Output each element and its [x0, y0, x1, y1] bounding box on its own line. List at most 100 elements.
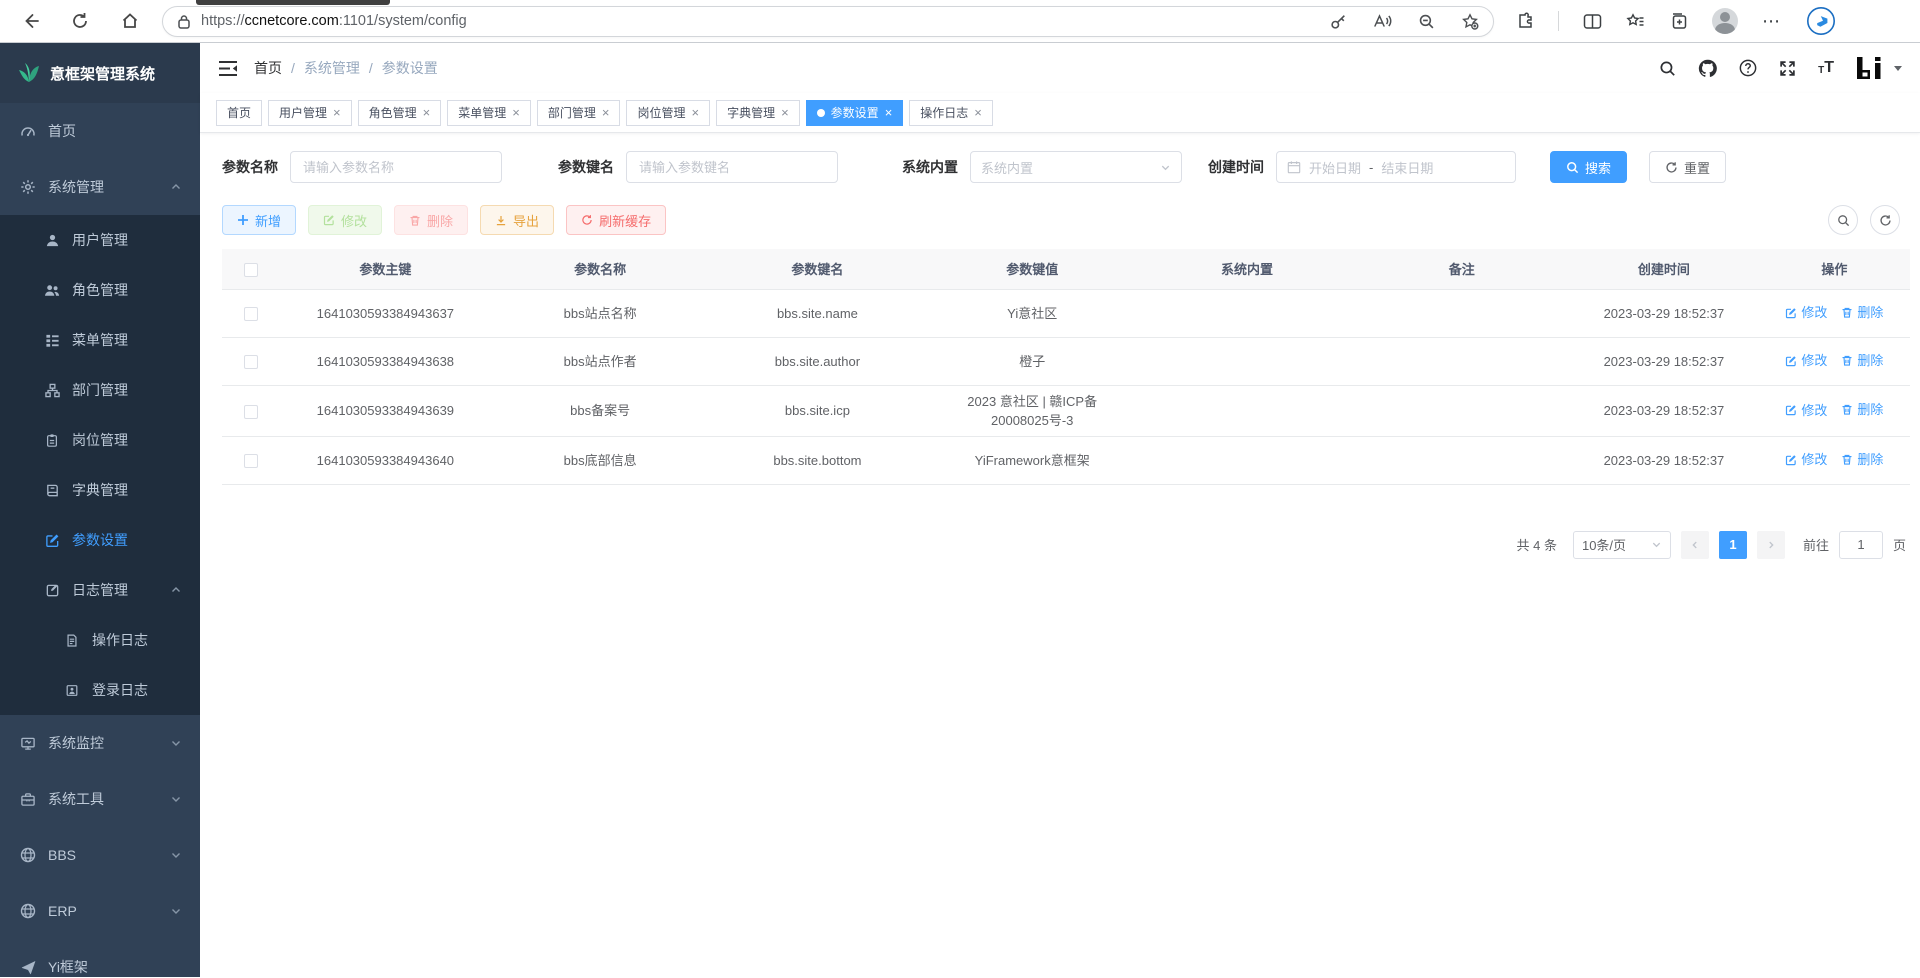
builtin-select[interactable]: 系统内置 [970, 151, 1182, 183]
row-checkbox[interactable] [244, 307, 258, 321]
read-aloud-icon[interactable] [1373, 13, 1392, 29]
delete-button[interactable]: 删除 [394, 205, 468, 235]
cell-param-name: bbs备案号 [490, 385, 710, 436]
sidebar-item-yi-framework[interactable]: Yi框架 [0, 939, 200, 977]
font-size-icon[interactable]: TT [1818, 60, 1834, 76]
row-delete-link[interactable]: 删除 [1841, 450, 1883, 469]
row-edit-link[interactable]: 修改 [1785, 303, 1827, 322]
close-icon[interactable]: × [333, 106, 341, 119]
sidebar-item-dept-mgmt[interactable]: 部门管理 [0, 365, 200, 415]
sidebar-item-op-log[interactable]: 操作日志 [0, 615, 200, 665]
sidebar-item-tools[interactable]: 系统工具 [0, 771, 200, 827]
tab-op-log[interactable]: 操作日志× [909, 100, 993, 126]
tab-dict-mgmt[interactable]: 字典管理× [716, 100, 800, 126]
close-icon[interactable]: × [602, 106, 610, 119]
sidebar-item-bbs[interactable]: BBS [0, 827, 200, 883]
export-button[interactable]: 导出 [480, 205, 554, 235]
sidebar-item-post-mgmt[interactable]: 岗位管理 [0, 415, 200, 465]
tab-home[interactable]: 首页 [216, 100, 262, 126]
row-checkbox[interactable] [244, 454, 258, 468]
row-edit-link[interactable]: 修改 [1785, 401, 1827, 420]
table-row: 1641030593384943638 bbs站点作者 bbs.site.aut… [222, 337, 1910, 385]
row-delete-link[interactable]: 删除 [1841, 303, 1883, 322]
user-menu-caret-icon[interactable] [1894, 66, 1902, 71]
header-search-icon[interactable] [1659, 60, 1676, 77]
row-edit-link[interactable]: 修改 [1785, 450, 1827, 469]
close-icon[interactable]: × [423, 106, 431, 119]
row-delete-link[interactable]: 删除 [1841, 351, 1883, 370]
param-name-input[interactable] [290, 151, 502, 183]
sidebar-item-user-mgmt[interactable]: 用户管理 [0, 215, 200, 265]
browser-menu-icon[interactable]: ⋯ [1762, 11, 1782, 32]
row-edit-link[interactable]: 修改 [1785, 351, 1827, 370]
chevron-down-icon [1651, 539, 1662, 550]
fullscreen-icon[interactable] [1779, 60, 1796, 77]
browser-home-button[interactable] [112, 4, 148, 38]
bing-copilot-icon[interactable] [1806, 6, 1836, 36]
row-checkbox[interactable] [244, 355, 258, 369]
close-icon[interactable]: × [781, 106, 789, 119]
refresh-cache-button[interactable]: 刷新缓存 [566, 205, 666, 235]
breadcrumb-home[interactable]: 首页 [254, 58, 282, 78]
next-page-button[interactable] [1757, 531, 1785, 559]
close-icon[interactable]: × [885, 106, 893, 119]
sidebar-collapse-button[interactable] [218, 60, 238, 77]
tab-role-mgmt[interactable]: 角色管理× [358, 100, 442, 126]
sidebar-item-system-mgmt[interactable]: 系统管理 [0, 159, 200, 215]
sidebar: 意框架管理系统 首页 系统管理 用户管理 角色管理 菜单管理 [0, 43, 200, 977]
close-icon[interactable]: × [691, 106, 699, 119]
collections-icon[interactable] [1669, 12, 1688, 30]
org-icon [44, 383, 60, 398]
reset-button[interactable]: 重置 [1649, 151, 1726, 183]
show-search-toggle-button[interactable] [1828, 205, 1858, 235]
sidebar-item-role-mgmt[interactable]: 角色管理 [0, 265, 200, 315]
edit-button[interactable]: 修改 [308, 205, 382, 235]
prev-page-button[interactable] [1681, 531, 1709, 559]
sidebar-item-monitor[interactable]: 系统监控 [0, 715, 200, 771]
sidebar-item-label: BBS [48, 847, 76, 863]
tab-post-mgmt[interactable]: 岗位管理× [626, 100, 710, 126]
goto-page-input[interactable] [1839, 531, 1883, 559]
globe-icon [20, 847, 36, 863]
close-icon[interactable]: × [974, 106, 982, 119]
zoom-out-icon[interactable] [1418, 13, 1435, 30]
split-screen-icon[interactable] [1583, 13, 1602, 30]
page-size-select[interactable]: 10条/页 [1573, 531, 1671, 559]
sidebar-item-dict-mgmt[interactable]: 字典管理 [0, 465, 200, 515]
sidebar-item-login-log[interactable]: 登录日志 [0, 665, 200, 715]
sidebar-item-config[interactable]: 参数设置 [0, 515, 200, 565]
yi-logo-avatar[interactable] [1856, 57, 1882, 79]
select-all-checkbox[interactable] [244, 263, 258, 277]
sidebar-item-log-mgmt[interactable]: 日志管理 [0, 565, 200, 615]
sidebar-item-home[interactable]: 首页 [0, 103, 200, 159]
favorites-bar-icon[interactable] [1626, 13, 1645, 30]
tab-menu-mgmt[interactable]: 菜单管理× [447, 100, 531, 126]
browser-back-button[interactable] [12, 4, 48, 38]
password-key-icon[interactable] [1330, 13, 1347, 30]
date-range-input[interactable]: 开始日期 - 结束日期 [1276, 151, 1516, 183]
close-icon[interactable]: × [512, 106, 520, 119]
trash-icon [1841, 354, 1853, 367]
refresh-table-button[interactable] [1870, 205, 1900, 235]
url-bar[interactable]: https://ccnetcore.com:1101/system/config [162, 6, 1494, 37]
tab-user-mgmt[interactable]: 用户管理× [268, 100, 352, 126]
chevron-down-icon [170, 737, 182, 749]
tab-config-active[interactable]: 参数设置× [806, 100, 904, 126]
github-icon[interactable] [1698, 59, 1717, 78]
doc-icon [64, 633, 80, 648]
help-icon[interactable] [1739, 59, 1757, 77]
row-checkbox[interactable] [244, 405, 258, 419]
profile-avatar[interactable] [1712, 8, 1738, 34]
search-button[interactable]: 搜索 [1550, 151, 1627, 183]
extensions-icon[interactable] [1516, 12, 1534, 30]
sidebar-item-menu-mgmt[interactable]: 菜单管理 [0, 315, 200, 365]
row-delete-link[interactable]: 删除 [1841, 400, 1883, 419]
favorite-add-icon[interactable] [1461, 13, 1479, 30]
browser-refresh-button[interactable] [62, 4, 98, 38]
current-page[interactable]: 1 [1719, 531, 1747, 559]
tab-dept-mgmt[interactable]: 部门管理× [537, 100, 621, 126]
sidebar-item-label: 登录日志 [92, 680, 148, 700]
sidebar-item-erp[interactable]: ERP [0, 883, 200, 939]
add-button[interactable]: 新增 [222, 205, 296, 235]
param-key-input[interactable] [626, 151, 838, 183]
